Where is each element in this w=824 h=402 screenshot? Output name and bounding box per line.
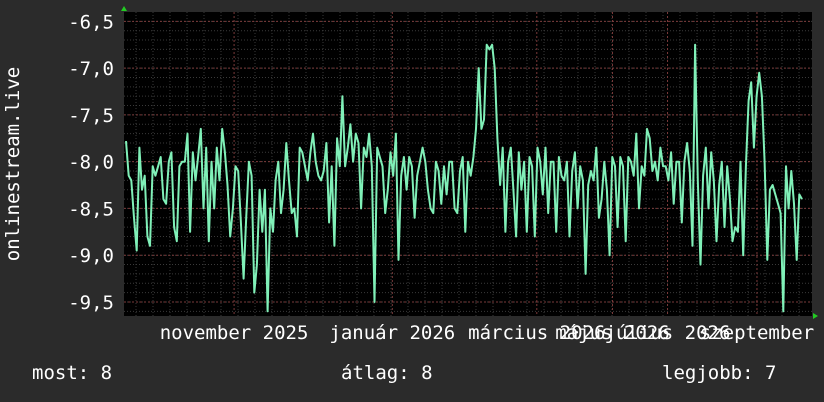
- stat-average: átlag: 8: [341, 362, 433, 384]
- y-tick-label: -6,5: [68, 11, 114, 33]
- y-tick-label: -7,0: [68, 58, 114, 80]
- y-axis-title: onlinestream.live: [2, 67, 24, 261]
- line-chart: -6,5 -7,0 -7,5 -8,0 -8,5 -9,0 -9,5 november 20…: [2, 6, 818, 344]
- stat-best: legjobb: 7: [662, 362, 777, 384]
- stats-bar: most: 8 átlag: 8 legjobb: 7: [0, 362, 824, 392]
- x-axis-ticks: november 2025 január 2026 március 2026máju…: [160, 322, 814, 344]
- y-tick-label: -8,5: [68, 198, 114, 220]
- y-tick-label: -8,0: [68, 152, 114, 174]
- stat-current: most: 8: [32, 362, 113, 384]
- y-axis-arrow: [121, 6, 127, 11]
- x-tick-label: szeptember: [700, 322, 814, 344]
- y-tick-label: -7,5: [68, 105, 114, 127]
- y-tick-label: -9,0: [68, 245, 114, 267]
- y-tick-label: -9,5: [68, 292, 114, 314]
- y-axis-ticks: -6,5 -7,0 -7,5 -8,0 -8,5 -9,0 -9,5: [68, 11, 114, 314]
- x-tick-label: november 2025: [160, 322, 309, 344]
- x-tick-label: január 2026: [329, 322, 455, 344]
- x-axis-arrow: [813, 313, 818, 319]
